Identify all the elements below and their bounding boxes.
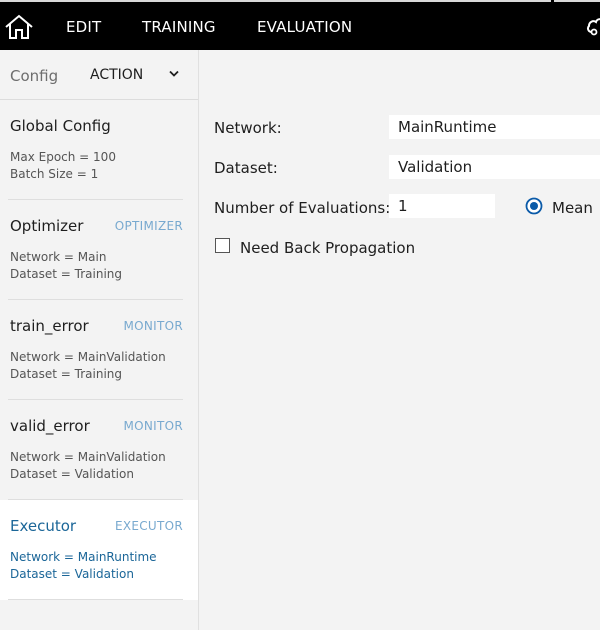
card-title: Executor bbox=[10, 517, 77, 535]
top-menu-bar: EDIT TRAINING EVALUATION bbox=[0, 0, 600, 50]
config-card-global[interactable]: Global Config Max Epoch = 100 Batch Size… bbox=[0, 100, 198, 200]
cloud-button[interactable] bbox=[586, 16, 600, 36]
card-type-tag: EXECUTOR bbox=[114, 519, 183, 533]
menu-evaluation[interactable]: EVALUATION bbox=[257, 2, 352, 50]
action-dropdown-value: ACTION bbox=[90, 67, 144, 83]
card-title: Optimizer bbox=[10, 217, 84, 235]
dataset-label: Dataset: bbox=[214, 159, 278, 177]
executor-settings-panel: Network: Dataset: Number of Evaluations:… bbox=[199, 50, 600, 630]
card-detail-line: Network = Main bbox=[10, 250, 107, 264]
config-sidebar: Config ACTION Global Config Max Epoch = … bbox=[0, 50, 199, 630]
cloud-icon bbox=[587, 18, 600, 36]
card-detail-line: Max Epoch = 100 bbox=[10, 150, 116, 164]
sidebar-header: Config ACTION bbox=[0, 50, 198, 100]
card-detail-line: Dataset = Validation bbox=[10, 567, 134, 581]
card-detail-line: Network = MainValidation bbox=[10, 350, 166, 364]
network-label: Network: bbox=[214, 119, 282, 137]
evaluations-field[interactable] bbox=[389, 194, 495, 218]
mean-radio-label: Mean bbox=[552, 199, 593, 217]
dataset-field[interactable] bbox=[389, 155, 600, 179]
home-button[interactable] bbox=[0, 2, 38, 50]
card-detail-line: Dataset = Training bbox=[10, 267, 123, 281]
network-field[interactable] bbox=[389, 115, 600, 139]
config-card-train-error[interactable]: train_error MONITOR Network = MainValida… bbox=[0, 300, 198, 400]
backprop-checkbox[interactable] bbox=[215, 238, 230, 253]
card-title: valid_error bbox=[10, 417, 90, 435]
mean-radio-button[interactable] bbox=[525, 197, 543, 215]
action-dropdown[interactable]: ACTION bbox=[84, 58, 188, 92]
chevron-down-icon bbox=[169, 70, 179, 77]
card-detail-line: Dataset = Training bbox=[10, 367, 123, 381]
card-type-tag: OPTIMIZER bbox=[114, 219, 183, 233]
card-divider bbox=[8, 599, 183, 600]
config-card-executor[interactable]: Executor EXECUTOR Network = MainRuntime … bbox=[0, 500, 198, 600]
evaluations-label: Number of Evaluations: bbox=[214, 199, 391, 217]
config-label: Config bbox=[10, 67, 59, 85]
window-corner-mark bbox=[551, 0, 554, 3]
card-detail-line: Network = MainRuntime bbox=[10, 550, 157, 564]
card-title: train_error bbox=[10, 317, 89, 335]
card-type-tag: MONITOR bbox=[123, 419, 183, 433]
card-type-tag: MONITOR bbox=[123, 319, 183, 333]
menu-training[interactable]: TRAINING bbox=[142, 2, 216, 50]
card-title: Global Config bbox=[10, 117, 111, 135]
card-detail-line: Network = MainValidation bbox=[10, 450, 166, 464]
card-detail-line: Batch Size = 1 bbox=[10, 167, 99, 181]
config-card-valid-error[interactable]: valid_error MONITOR Network = MainValida… bbox=[0, 400, 198, 500]
config-card-optimizer[interactable]: Optimizer OPTIMIZER Network = Main Datas… bbox=[0, 200, 198, 300]
card-detail-line: Dataset = Validation bbox=[10, 467, 134, 481]
home-icon bbox=[5, 14, 33, 39]
backprop-checkbox-label: Need Back Propagation bbox=[240, 239, 416, 257]
menu-edit[interactable]: EDIT bbox=[66, 2, 101, 50]
